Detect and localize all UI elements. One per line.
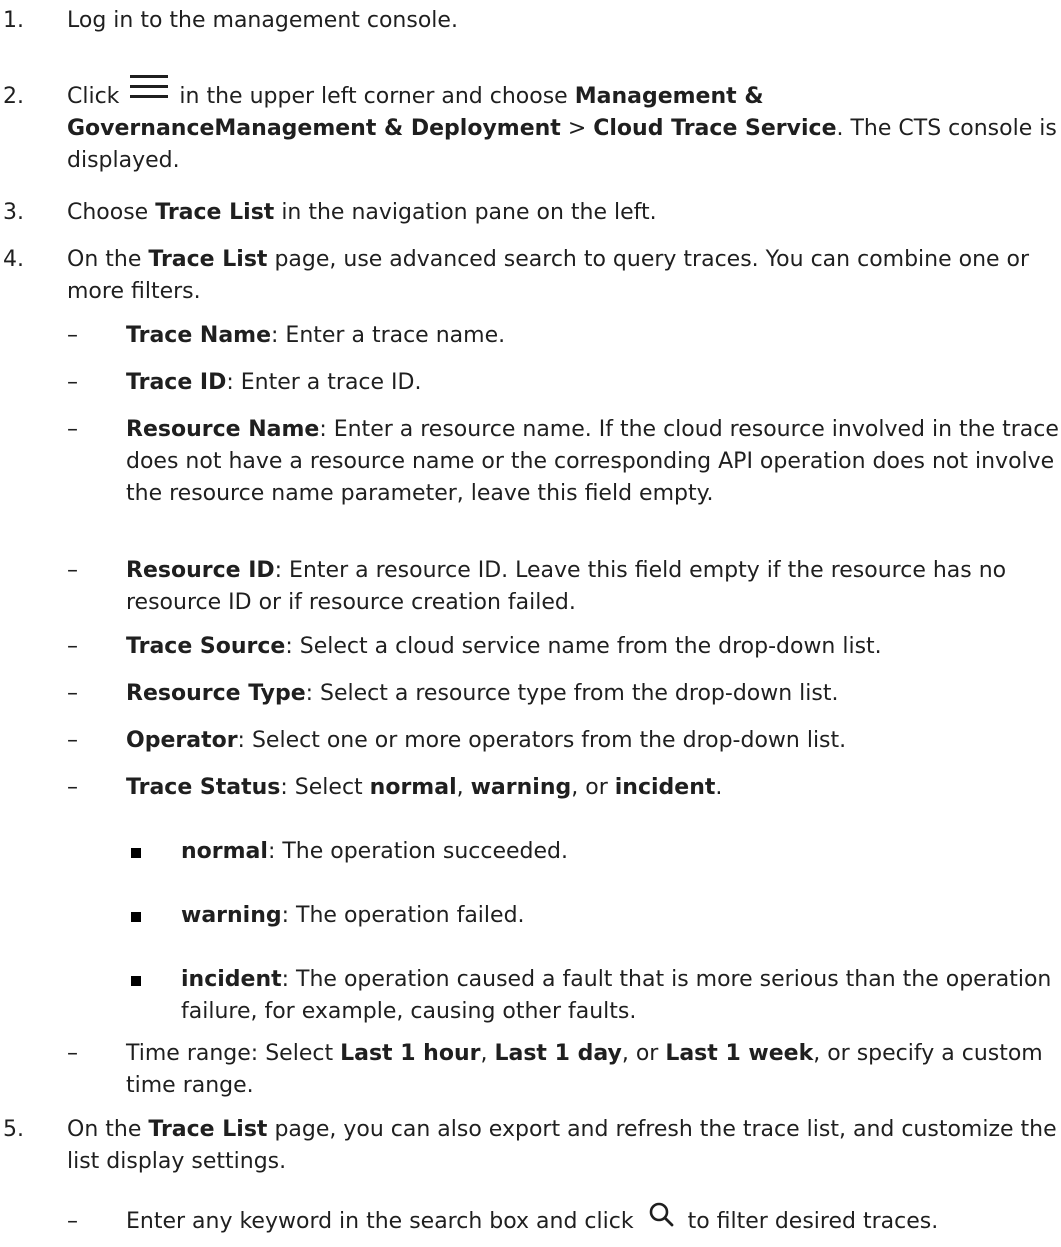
step-number: 5. [3,1117,24,1142]
square-bullet-icon [131,976,141,986]
step-number: 3. [3,200,24,225]
search-icon [647,1200,675,1228]
step-text: Log in to the management console. [67,8,458,33]
step-text: Choose Trace List in the navigation pane… [67,200,657,225]
square-bullet-icon [131,848,141,858]
step-text: Click in the upper left corner and choos… [67,75,1061,177]
step-text: On the Trace List page, use advanced sea… [67,247,1030,304]
step-text: On the Trace List page, you can also exp… [67,1117,1057,1174]
square-bullet-icon [131,912,141,922]
step-number: 1. [3,8,24,33]
step-number: 2. [3,84,24,109]
step-number: 4. [3,247,24,272]
hamburger-menu-icon [130,75,169,99]
